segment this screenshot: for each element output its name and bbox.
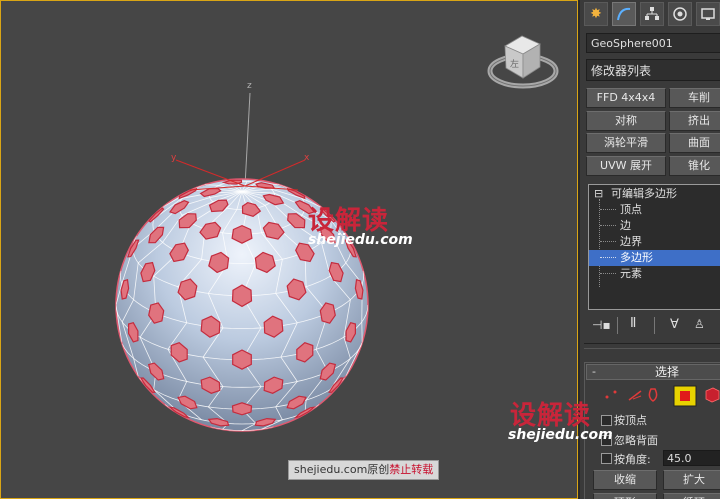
angle-spinner[interactable]: 45.0: [663, 450, 720, 466]
modifier-button-turbosmooth[interactable]: 涡轮平滑: [586, 133, 666, 153]
show-result-icon[interactable]: Ⅱ: [630, 316, 636, 331]
modifier-stack[interactable]: ⊟ 可编辑多边形 顶点 边 边界 多边形 元素: [588, 184, 720, 310]
subobject-icons: [605, 385, 720, 407]
x-axis: [244, 159, 306, 187]
modifier-button-uvw-unwrap[interactable]: UVW 展开: [586, 156, 666, 176]
by-vertex-label: 按顶点: [614, 414, 647, 427]
ignore-backfacing-label: 忽略背面: [614, 434, 658, 447]
rollout-header[interactable]: - 选择: [586, 364, 720, 380]
modifier-button-extrude[interactable]: 挤出: [669, 111, 720, 131]
by-vertex-checkbox[interactable]: [601, 415, 612, 426]
credit-site: shejiedu.com原创: [294, 463, 390, 476]
object-name-field[interactable]: GeoSphere001: [586, 33, 720, 53]
perspective-viewport[interactable]: z x y 左 设解读 shejiedu.com shejiedu.com原创禁…: [0, 0, 578, 499]
stack-item-border[interactable]: 边界: [589, 234, 720, 250]
stack-item-polygon[interactable]: 多边形: [589, 250, 720, 266]
panel-tabs: ✸: [584, 2, 720, 28]
modifier-button-symmetry[interactable]: 对称: [586, 111, 666, 131]
curve-icon[interactable]: [612, 2, 636, 26]
vertex-mode-icon[interactable]: [605, 390, 617, 399]
stack-root[interactable]: ⊟ 可编辑多边形: [589, 186, 720, 202]
z-axis: [244, 92, 251, 187]
sun-icon[interactable]: ✸: [584, 2, 608, 26]
y-axis: [175, 159, 246, 187]
panel-divider: [584, 343, 720, 349]
by-angle-label: 按角度:: [614, 453, 651, 466]
remove-modifier-icon[interactable]: ♙: [694, 317, 705, 331]
modifier-button-ffd[interactable]: FFD 4x4x4: [586, 88, 666, 108]
stack-item-element[interactable]: 元素: [589, 266, 720, 282]
modifier-button-surface[interactable]: 曲面: [669, 133, 720, 153]
command-panel: ✸ GeoSphere001 修改器列表 FFD 4x4x4 车削 对称 挤出 …: [578, 0, 720, 499]
stack-item-edge[interactable]: 边: [589, 218, 720, 234]
unique-icon[interactable]: ∀: [670, 317, 679, 332]
edge-mode-icon[interactable]: [628, 390, 642, 401]
by-angle-checkbox[interactable]: [601, 453, 612, 464]
polygon-mode-icon[interactable]: [673, 385, 697, 407]
element-mode-icon[interactable]: [705, 387, 720, 403]
viewcube[interactable]: 左: [487, 35, 559, 89]
modifier-button-taper[interactable]: 锥化: [669, 156, 720, 176]
stack-item-vertex[interactable]: 顶点: [589, 202, 720, 218]
selected-polygon: [232, 349, 252, 370]
scene-canvas[interactable]: z x y 左: [0, 0, 578, 499]
selected-polygon: [231, 402, 253, 416]
z-axis-label: z: [247, 81, 252, 91]
ring-button[interactable]: 环形: [593, 493, 657, 499]
x-axis-label: x: [304, 153, 310, 163]
rollout-collapse-icon[interactable]: -: [592, 365, 596, 378]
viewcube-face-label: 左: [510, 58, 519, 70]
credit-notice: 禁止转载: [389, 463, 434, 476]
grow-button[interactable]: 扩大: [663, 470, 720, 490]
selected-polygon: [231, 284, 253, 308]
motion-icon[interactable]: [668, 2, 692, 26]
modifier-list-dropdown[interactable]: 修改器列表: [586, 59, 720, 81]
display-icon[interactable]: [696, 2, 720, 26]
y-axis-label: y: [171, 153, 177, 163]
modifier-button-lathe[interactable]: 车削: [669, 88, 720, 108]
pin-icon[interactable]: ⊣▪: [592, 318, 611, 332]
loop-button[interactable]: 循环: [663, 493, 720, 499]
stack-tools: ⊣▪ Ⅱ ∀ ♙: [590, 316, 720, 336]
credit-strip: shejiedu.com原创禁止转载: [288, 460, 440, 480]
shrink-button[interactable]: 收缩: [593, 470, 657, 490]
border-mode-icon[interactable]: [648, 388, 658, 402]
hierarchy-icon[interactable]: [640, 2, 664, 26]
